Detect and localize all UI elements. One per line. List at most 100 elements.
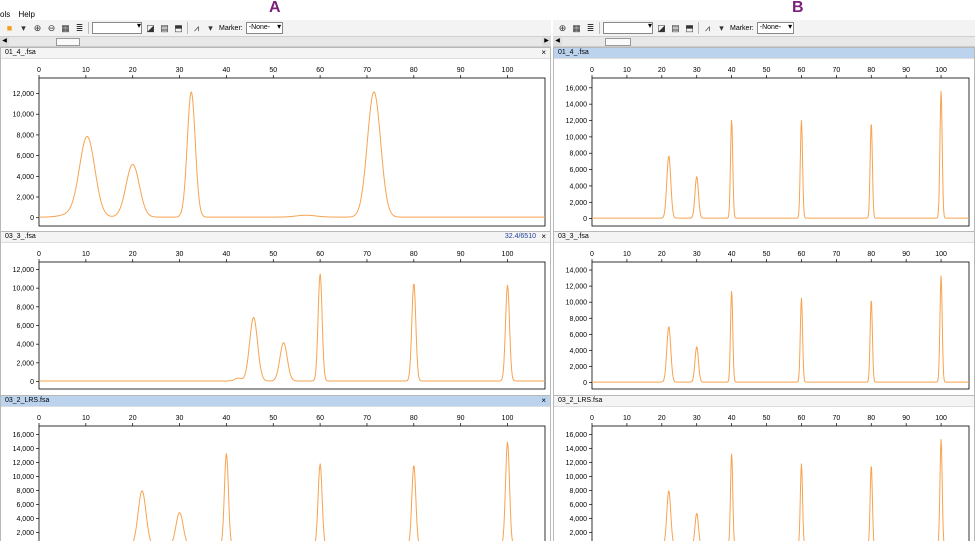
dropdown-arrow-icon[interactable]: ▾ — [18, 23, 29, 34]
x-tick-label: 20 — [658, 67, 666, 74]
panel-b-letter: B — [792, 0, 804, 16]
trace-plot: 010203040506070809010002,0004,0006,0008,… — [13, 67, 546, 227]
x-tick-label: 60 — [316, 251, 324, 258]
trace-plot: 010203040506070809010002,0004,0006,0008,… — [566, 67, 970, 227]
marker-label: Marker: — [219, 24, 243, 32]
trace-track[interactable]: 01_4_.fsa × 0 10 20 30 40 50 60 70 80 90 100 0 2,000 4… — [0, 47, 551, 234]
separator — [698, 22, 699, 34]
panel-a-letter: A — [269, 0, 281, 16]
y-tick-label: 6,000 — [569, 502, 587, 509]
x-tick-label: 20 — [658, 415, 666, 422]
scroll-thumb[interactable] — [56, 38, 80, 46]
y-tick-label: 8,000 — [569, 151, 587, 158]
scroll-thumb[interactable] — [605, 38, 631, 46]
trace-track[interactable]: 03_3_.fsa 0 10 20 30 40 50 60 70 80 90 100 0 2,000 4,… — [553, 231, 975, 397]
edit-icon[interactable]: ◪ — [656, 23, 667, 34]
overlay-view-icon[interactable]: ≣ — [585, 23, 596, 34]
x-tick-label: 70 — [832, 67, 840, 74]
table-icon[interactable]: ▤ — [670, 23, 681, 34]
x-tick-label: 100 — [935, 251, 947, 258]
y-tick-label: 4,000 — [16, 174, 34, 181]
y-tick-label: 4,000 — [569, 183, 587, 190]
x-tick-label: 10 — [623, 67, 631, 74]
x-tick-label: 80 — [410, 415, 418, 422]
close-icon[interactable]: × — [541, 396, 546, 406]
x-tick-label: 90 — [457, 415, 465, 422]
y-tick-label: 8,000 — [16, 304, 34, 311]
x-tick-label: 100 — [502, 415, 514, 422]
x-tick-label: 70 — [832, 415, 840, 422]
export-icon[interactable]: ⬒ — [684, 23, 695, 34]
y-tick-label: 14,000 — [566, 268, 588, 275]
y-tick-label: 12,000 — [566, 284, 588, 291]
x-tick-label: 50 — [763, 251, 771, 258]
horizontal-scrollbar[interactable]: ◀ — [553, 37, 975, 47]
x-tick-label: 90 — [902, 251, 910, 258]
y-tick-label: 4,000 — [569, 516, 587, 523]
y-tick-label: 10,000 — [566, 134, 588, 141]
y-tick-label: 2,000 — [16, 195, 34, 202]
menu-help[interactable]: Help — [18, 10, 34, 19]
x-tick-label: 40 — [223, 67, 231, 74]
zoom-out-icon[interactable]: ⊖ — [46, 23, 57, 34]
x-tick-label: 100 — [935, 67, 947, 74]
trace-track[interactable]: 03_2_LRS.fsa 010203040506070809010002,00… — [553, 395, 975, 541]
x-tick-label: 90 — [457, 67, 465, 74]
cursor-readout: 32.4/6510 — [504, 233, 536, 240]
x-tick-label: 10 — [82, 415, 90, 422]
trace-plot: 010203040506070809010002,0004,0006,0008,… — [13, 415, 546, 541]
dropdown-arrow-icon[interactable]: ▾ — [716, 23, 727, 34]
trace-plot: 010203040506070809010002,0004,0006,0008,… — [566, 251, 970, 390]
panel-a: ■ ▾ ⊕ ⊖ ▦ ≣ ◪ ▤ ⬒ ⩘ ▾ Marker: -None- ◀ ▶… — [0, 20, 551, 541]
edit-icon[interactable]: ◪ — [145, 23, 156, 34]
x-tick-label: 60 — [798, 67, 806, 74]
x-tick-label: 30 — [693, 67, 701, 74]
y-tick-label: 8,000 — [569, 316, 587, 323]
marker-select[interactable]: -None- — [245, 22, 284, 34]
x-tick-label: 60 — [798, 415, 806, 422]
x-tick-label: 70 — [363, 67, 371, 74]
x-tick-label: 0 — [37, 67, 41, 74]
menu-tools[interactable]: ols — [0, 10, 10, 19]
trace-track[interactable]: 03_3_.fsa 32.4/6510 × 0 10 20 30 40 50 60 70 80 90 1… — [0, 231, 551, 397]
trace-track[interactable]: 03_2_LRS.fsa× 010203040506070809010002,0… — [0, 395, 551, 541]
x-tick-label: 100 — [502, 67, 514, 74]
plot-frame — [38, 261, 546, 390]
overlay-view-icon[interactable]: ≣ — [74, 23, 85, 34]
dropdown-arrow-icon[interactable]: ▾ — [205, 23, 216, 34]
separator — [187, 22, 188, 34]
x-tick-label: 50 — [763, 415, 771, 422]
scroll-left-icon[interactable]: ◀ — [553, 37, 562, 46]
peak-icon[interactable]: ⩘ — [191, 23, 202, 34]
export-icon[interactable]: ⬒ — [173, 23, 184, 34]
plot-frame — [38, 77, 546, 227]
x-tick-label: 50 — [269, 67, 277, 74]
close-icon[interactable]: × — [541, 232, 546, 242]
scroll-left-icon[interactable]: ◀ — [0, 37, 9, 46]
table-icon[interactable]: ▤ — [159, 23, 170, 34]
y-tick-label: 8,000 — [16, 132, 34, 139]
y-tick-label: 0 — [583, 380, 587, 387]
marker-select[interactable]: -None- — [756, 22, 795, 34]
x-tick-label: 70 — [363, 415, 371, 422]
zoom-in-icon[interactable]: ⊕ — [557, 23, 568, 34]
dye-select[interactable] — [603, 21, 653, 34]
zoom-in-icon[interactable]: ⊕ — [32, 23, 43, 34]
x-tick-label: 80 — [410, 251, 418, 258]
scroll-right-icon[interactable]: ▶ — [542, 37, 551, 46]
close-icon[interactable]: × — [541, 48, 546, 58]
fit-view-icon[interactable]: ▦ — [571, 23, 582, 34]
peak-icon[interactable]: ⩘ — [702, 23, 713, 34]
color-square-icon[interactable]: ■ — [4, 23, 15, 34]
horizontal-scrollbar[interactable]: ◀ ▶ — [0, 37, 551, 47]
y-tick-label: 16,000 — [566, 85, 588, 92]
y-tick-label: 2,000 — [569, 530, 587, 537]
fit-view-icon[interactable]: ▦ — [60, 23, 71, 34]
x-tick-label: 40 — [223, 251, 231, 258]
y-tick-label: 2,000 — [16, 530, 34, 537]
dye-select[interactable] — [92, 21, 142, 34]
x-tick-label: 80 — [867, 251, 875, 258]
trace-track[interactable]: 01_4_.fsa 0 10 20 30 40 50 60 70 80 90 100 0 2,000 4,… — [553, 47, 975, 234]
trace-plot: 010203040506070809010002,0004,0006,0008,… — [566, 415, 970, 541]
x-tick-label: 30 — [176, 67, 184, 74]
